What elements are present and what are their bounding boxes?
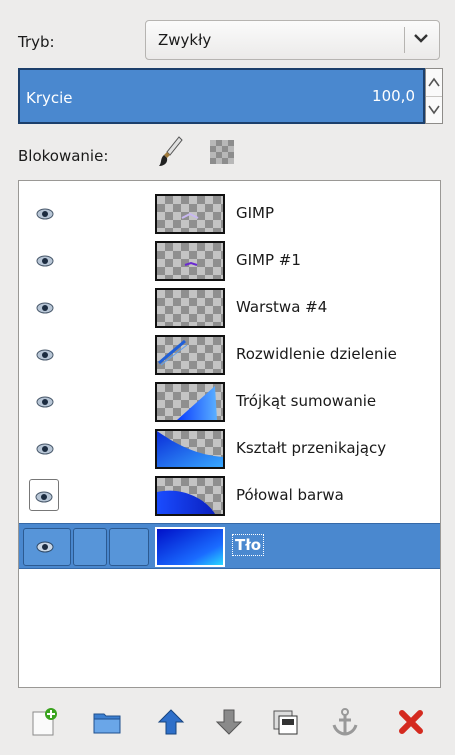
spin-down-button[interactable] [426,96,442,123]
layer-name: Rozwidlenie dzielenie [236,345,397,363]
chain-cell[interactable] [73,528,107,566]
layer-row-selected[interactable]: Tło [19,523,440,569]
eye-icon[interactable] [29,204,61,224]
eye-icon[interactable] [29,298,61,318]
new-layer-icon[interactable] [30,707,60,737]
eye-icon[interactable] [29,479,59,511]
layer-name: GIMP [236,204,275,222]
eye-icon[interactable] [29,392,61,412]
layer-name: Półowal barwa [236,486,344,504]
layer-name: Warstwa #4 [236,298,328,316]
layer-name: Kształt przenikający [236,439,387,457]
chevron-down-icon[interactable] [413,30,429,50]
extra-cell[interactable] [109,528,149,566]
eye-icon[interactable] [29,345,61,365]
opacity-label: Krycie [26,89,73,107]
raise-layer-icon[interactable] [156,707,186,737]
layer-row[interactable]: Półowal barwa [19,473,440,519]
layer-row[interactable]: GIMP #1 [19,238,440,284]
eye-icon[interactable] [29,439,61,459]
delete-layer-icon[interactable] [396,707,426,737]
layer-thumbnail [155,241,225,281]
chevron-up-icon [428,77,440,87]
layer-row[interactable]: Rozwidlenie dzielenie [19,332,440,378]
layer-thumbnail [155,429,225,469]
layer-name: Trójkąt sumowanie [236,392,377,410]
layer-name: Tło [232,534,265,556]
opacity-spin-field[interactable]: Krycie 100,0 [18,68,425,124]
new-group-icon[interactable] [92,707,122,737]
opacity-value: 100,0 [372,87,415,105]
layer-row[interactable]: GIMP [19,191,440,237]
mode-dropdown[interactable]: Zwykły [145,20,440,60]
layer-thumbnail [155,382,225,422]
layer-name: GIMP #1 [236,251,301,269]
layer-thumbnail [155,476,225,516]
dropdown-separator [404,27,405,53]
eye-icon[interactable] [29,537,61,557]
eye-icon[interactable] [29,251,61,271]
layer-row[interactable]: Warstwa #4 [19,285,440,331]
opacity-spin-buttons [425,68,443,124]
lock-label: Blokowanie: [18,147,109,165]
layer-thumbnail [155,288,225,328]
paintbrush-icon[interactable] [158,135,184,173]
mode-value: Zwykły [158,31,212,49]
anchor-layer-icon[interactable] [330,707,360,737]
alpha-checker-icon[interactable] [210,140,234,164]
layer-thumbnail [155,194,225,234]
layer-row[interactable]: Kształt przenikający [19,426,440,472]
layer-thumbnail [155,527,225,567]
spin-up-button[interactable] [426,69,442,97]
lower-layer-icon[interactable] [214,707,244,737]
layer-row[interactable]: Trójkąt sumowanie [19,379,440,425]
layer-list: GIMP GIMP #1 Warstwa #4 Rozwidlenie dzie… [18,180,441,688]
layer-thumbnail [155,335,225,375]
duplicate-layer-icon[interactable] [270,707,300,737]
chevron-down-icon [428,105,440,115]
mode-label: Tryb: [18,33,55,51]
